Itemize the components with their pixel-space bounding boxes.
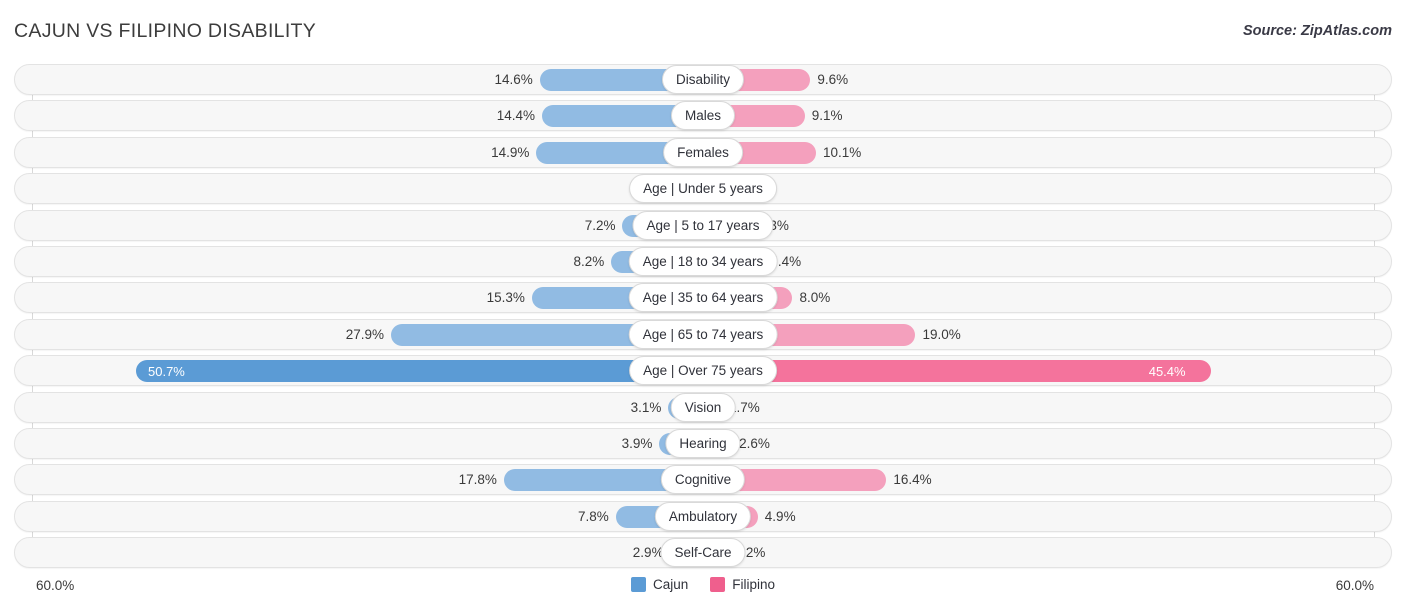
value-label-cajun: 15.3% (486, 290, 525, 306)
legend-swatch-icon (630, 577, 646, 592)
chart-row: 2.9% 2.2% Self-Care (0, 535, 1406, 571)
value-label-filipino: 10.1% (822, 144, 862, 160)
category-label: Age | 35 to 64 years (628, 283, 778, 313)
chart-page: CAJUN VS FILIPINO DISABILITY Source: Zip… (0, 0, 1406, 612)
chart-row: 14.4% 9.1% Males (0, 98, 1406, 134)
value-label-cajun: 14.9% (491, 144, 530, 160)
category-label: Disability (661, 65, 745, 94)
value-label-filipino: 8.0% (799, 290, 831, 306)
chart-legend: Cajun Filipino (0, 577, 1406, 592)
chart-row: 27.9% 19.0% Age | 65 to 74 years (0, 317, 1406, 353)
value-label-filipino: 19.0% (922, 326, 961, 342)
category-label: Age | Over 75 years (629, 356, 777, 386)
source-attribution: Source: ZipAtlas.com (1242, 23, 1392, 39)
diverging-bar-chart: 14.6% 9.6% Disability 14.4% 9.1% Males 14.9% 10… (0, 62, 1406, 572)
value-label-cajun: 7.2% (584, 217, 616, 233)
chart-row: 7.2%4.3%Age | 5 to 17 years (0, 208, 1406, 244)
chart-row: 7.8% 4.9% Ambulatory (0, 499, 1406, 535)
category-label: Self-Care (660, 538, 746, 568)
value-label-cajun: 8.2% (573, 253, 605, 269)
category-label: Vision (670, 392, 736, 422)
category-label: Females (663, 137, 743, 167)
legend-label: Filipino (732, 577, 776, 592)
category-label: Ambulatory (654, 501, 752, 531)
category-label: Age | 65 to 74 years (628, 319, 778, 349)
legend-item: Cajun (630, 577, 689, 592)
legend-label: Cajun (652, 577, 689, 592)
chart-footer: 60.0% 60.0% Cajun Filipino (0, 572, 1406, 612)
value-label-cajun: 2.9% (632, 545, 664, 561)
legend-swatch-icon (710, 577, 726, 592)
value-label-cajun: 27.9% (345, 326, 384, 342)
category-label: Hearing (665, 428, 741, 458)
chart-row: 3.1% 1.7% Vision (0, 390, 1406, 426)
chart-row: 1.6%1.1%Age | Under 5 years (0, 171, 1406, 207)
value-label-filipino: 9.1% (811, 108, 843, 124)
chart-rows: 14.6% 9.6% Disability 14.4% 9.1% Males 14.9% 10… (0, 62, 1406, 571)
page-title: CAJUN VS FILIPINO DISABILITY (14, 20, 317, 42)
value-label-filipino: 9.6% (817, 72, 849, 87)
chart-row: 14.9% 10.1% Females (0, 135, 1406, 171)
value-label-cajun: 7.8% (578, 508, 609, 524)
value-label-cajun: 17.8% (458, 472, 497, 488)
chart-row: 17.8% 16.4% Cognitive (0, 462, 1406, 498)
value-label-filipino: 16.4% (893, 472, 932, 488)
legend-item: Filipino (710, 577, 775, 592)
category-label: Age | 18 to 34 years (628, 246, 778, 276)
bar-filipino (703, 360, 1211, 383)
category-label: Age | Under 5 years (629, 174, 777, 204)
value-label-filipino: 45.4% (1148, 364, 1186, 380)
chart-row: 15.3% 8.0% Age | 35 to 64 years (0, 280, 1406, 316)
value-label-filipino: 4.9% (764, 508, 796, 524)
value-label-cajun: 3.9% (621, 435, 653, 451)
category-label: Males (670, 101, 736, 131)
value-label-cajun: 3.1% (630, 399, 662, 415)
page-header: CAJUN VS FILIPINO DISABILITY Source: Zip… (0, 0, 1406, 62)
category-label: Cognitive (660, 465, 746, 495)
category-label: Age | 5 to 17 years (632, 210, 774, 240)
chart-row: 8.2% 5.4% Age | 18 to 34 years (0, 244, 1406, 280)
chart-row: 14.6% 9.6% Disability (0, 62, 1406, 98)
chart-row: 50.7% 45.4% Age | Over 75 years (0, 353, 1406, 389)
chart-row: 3.9% 2.6% Hearing (0, 426, 1406, 462)
value-label-cajun: 50.7% (148, 364, 185, 380)
value-label-cajun: 14.4% (496, 108, 535, 124)
value-label-filipino: 2.6% (739, 435, 770, 451)
value-label-cajun: 14.6% (494, 72, 533, 87)
bar-cajun (136, 360, 703, 383)
